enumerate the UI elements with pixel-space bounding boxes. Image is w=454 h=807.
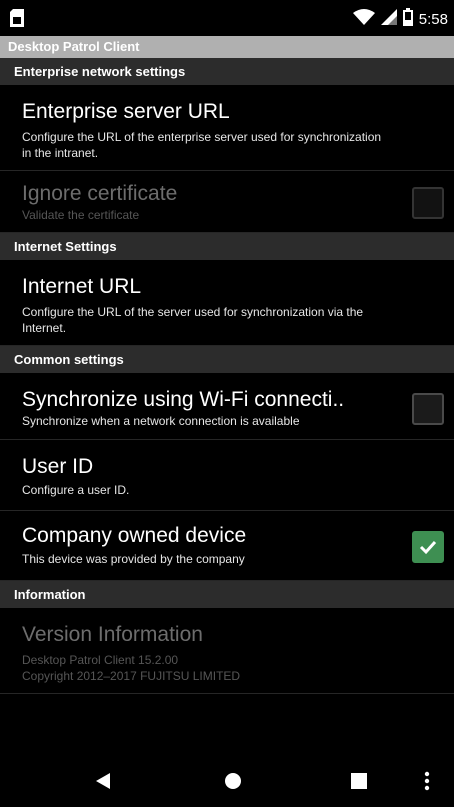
- internet-url-title: Internet URL: [22, 275, 142, 298]
- wifi-sync-summary: Synchronize when a network connection is…: [22, 414, 300, 428]
- wifi-sync-title: Synchronize using Wi-Fi connecti..: [22, 388, 345, 411]
- sim-card-icon: [10, 9, 24, 32]
- home-icon[interactable]: [224, 772, 242, 795]
- enterprise-server-url-summary: Configure the URL of the enterprise serv…: [22, 130, 382, 160]
- ignore-certificate-title: Ignore certificate: [22, 182, 178, 205]
- company-device-title: Company owned device: [22, 524, 247, 547]
- user-id-summary: Configure a user ID.: [22, 483, 130, 497]
- version-information-title: Version Information: [22, 623, 203, 646]
- settings-list: Enterprise network settings Enterprise s…: [0, 58, 454, 694]
- wifi-sync-item[interactable]: Synchronize using Wi-Fi connecti.. Synch…: [0, 373, 454, 440]
- ignore-certificate-summary: Validate the certificate: [22, 208, 140, 222]
- copyright-line: Copyright 2012–2017 FUJITSU LIMITED: [22, 669, 241, 683]
- enterprise-server-url-item[interactable]: Enterprise server URL Configure the URL …: [0, 85, 454, 171]
- internet-url-summary: Configure the URL of the server used for…: [22, 305, 364, 335]
- wifi-icon: [352, 9, 375, 30]
- internet-url-item[interactable]: Internet URL Configure the URL of the se…: [0, 260, 454, 346]
- company-device-checkbox[interactable]: [412, 531, 444, 563]
- version-information-item: Version Information Desktop Patrol Clien…: [0, 608, 454, 694]
- user-id-item[interactable]: User ID Configure a user ID.: [0, 440, 454, 511]
- status-time: 5:58: [418, 11, 448, 28]
- company-device-item[interactable]: Company owned device This device was pro…: [0, 511, 454, 581]
- user-id-title: User ID: [22, 455, 94, 478]
- section-header-information: Information: [0, 581, 454, 608]
- section-header-internet: Internet Settings: [0, 233, 454, 260]
- navigation-bar: [0, 755, 454, 807]
- ignore-certificate-item: Ignore certificate Validate the certific…: [0, 171, 454, 233]
- status-bar: 5:58: [0, 0, 454, 36]
- back-icon[interactable]: [96, 773, 110, 794]
- wifi-sync-checkbox[interactable]: [412, 393, 444, 425]
- enterprise-server-url-title: Enterprise server URL: [22, 100, 230, 123]
- battery-icon: [402, 8, 413, 31]
- checkmark-icon: [419, 540, 437, 555]
- version-line: Desktop Patrol Client 15.2.00: [22, 653, 179, 667]
- company-device-summary: This device was provided by the company: [22, 552, 245, 566]
- section-header-common: Common settings: [0, 346, 454, 373]
- app-title: Desktop Patrol Client: [0, 36, 454, 58]
- signal-icon: [380, 9, 397, 30]
- overflow-menu-icon[interactable]: [424, 771, 430, 796]
- ignore-certificate-checkbox: [412, 187, 444, 219]
- section-header-enterprise: Enterprise network settings: [0, 58, 454, 85]
- recents-icon[interactable]: [351, 773, 367, 794]
